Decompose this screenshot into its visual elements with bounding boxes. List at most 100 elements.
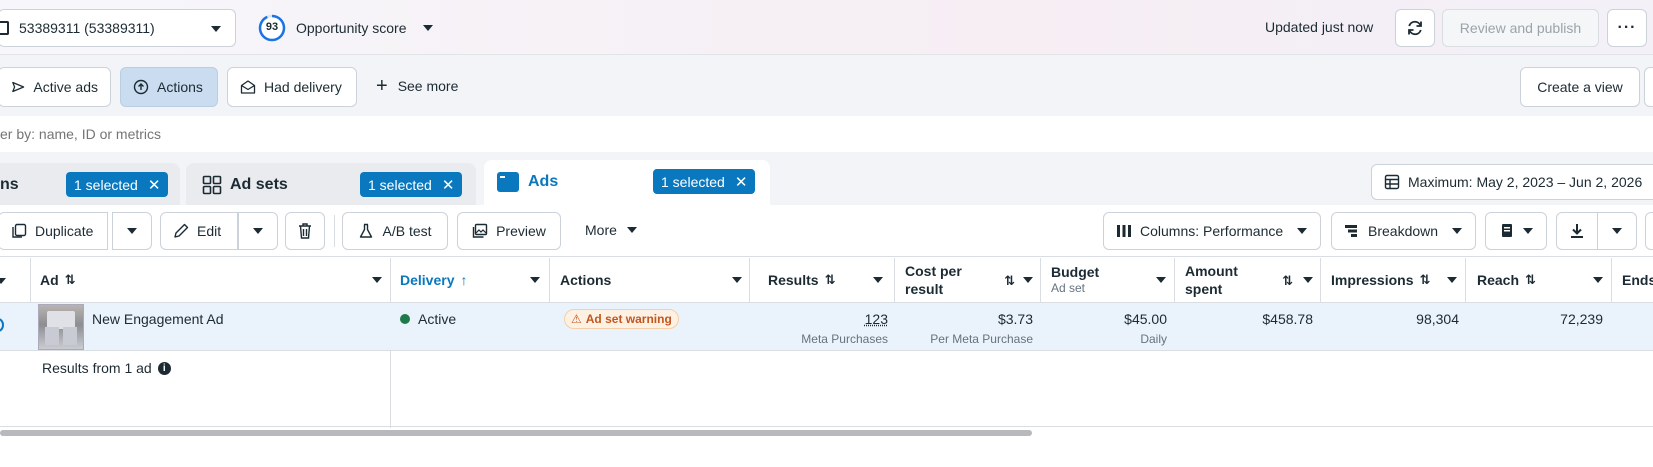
opportunity-score[interactable]: 93 Opportunity score — [258, 13, 433, 43]
ab-test-button[interactable]: A/B test — [342, 212, 448, 250]
tab-ads[interactable]: Ads 1 selected ✕ — [484, 160, 770, 205]
close-icon[interactable]: ✕ — [735, 173, 748, 191]
duplicate-dropdown[interactable] — [112, 212, 152, 250]
delete-button[interactable] — [285, 212, 325, 250]
download-icon — [1571, 224, 1583, 238]
column-header-ad[interactable]: Ad ⇅ — [40, 258, 382, 302]
sort-icon: ⇅ — [824, 272, 836, 287]
account-icon — [0, 21, 9, 35]
ad-set-warning-badge[interactable]: ⚠ Ad set warning — [564, 309, 679, 329]
column-header-ends[interactable]: Ends — [1622, 258, 1653, 302]
ads-selected-pill[interactable]: 1 selected ✕ — [653, 169, 756, 194]
review-publish-label: Review and publish — [1459, 20, 1582, 36]
create-view-button[interactable]: Create a view — [1520, 67, 1640, 107]
create-view-label: Create a view — [1537, 79, 1623, 95]
refresh-icon — [1408, 20, 1422, 36]
export-button[interactable] — [1556, 212, 1598, 250]
more-label: More — [585, 222, 617, 238]
column-header-cost-label-1: Cost per — [905, 263, 962, 279]
close-icon[interactable]: ✕ — [148, 176, 161, 194]
tab-ad-sets[interactable]: Ad sets 1 selected ✕ — [186, 163, 476, 205]
column-header-budget-sub: Ad set — [1051, 281, 1086, 295]
account-selector[interactable]: 53389311 (53389311) — [0, 9, 236, 47]
report-icon — [1502, 224, 1512, 237]
ad-set-warning-label: Ad set warning — [585, 312, 672, 326]
filter-active-ads-label: Active ads — [33, 79, 98, 95]
campaigns-selected-pill[interactable]: 1 selected ✕ — [66, 172, 169, 197]
ads-icon — [497, 172, 519, 192]
delivery-status: Active — [400, 311, 456, 327]
edit-button[interactable]: Edit — [160, 212, 238, 250]
tab-campaigns[interactable]: ns 1 selected ✕ — [0, 163, 180, 205]
see-more-button[interactable]: + See more — [376, 76, 459, 96]
chevron-down-icon — [1297, 228, 1308, 234]
amount-spent-value: $458.78 — [1262, 311, 1313, 327]
send-icon — [12, 81, 25, 93]
results-sub: Meta Purchases — [801, 332, 888, 346]
export-dropdown[interactable] — [1597, 212, 1637, 250]
sort-icon: ⇅ — [1525, 272, 1536, 287]
chevron-down-icon — [253, 228, 263, 234]
table-bottom-border — [0, 426, 1653, 427]
ad-sets-selected-pill[interactable]: 1 selected ✕ — [360, 172, 463, 197]
campaigns-selected-label: 1 selected — [74, 176, 138, 193]
ads-selected-label: 1 selected — [661, 173, 725, 190]
calendar-table-icon — [1384, 174, 1400, 190]
image-icon — [472, 223, 488, 238]
chevron-down-icon — [1447, 277, 1457, 283]
columns-button[interactable]: Columns: Performance — [1103, 212, 1321, 250]
column-header-reach[interactable]: Reach ⇅ — [1477, 258, 1603, 302]
filter-actions[interactable]: Actions — [120, 67, 218, 107]
chevron-down-icon — [1593, 277, 1603, 283]
more-button[interactable]: More — [585, 222, 637, 238]
sort-icon: ⇅ — [1419, 272, 1431, 287]
review-publish-button[interactable]: Review and publish — [1442, 9, 1599, 47]
results-value[interactable]: 123 — [760, 311, 888, 327]
close-icon[interactable]: ✕ — [442, 176, 455, 194]
column-header-amount-label-1: Amount — [1185, 263, 1238, 279]
duplicate-icon — [12, 223, 27, 238]
column-header-delivery[interactable]: Delivery ↑ — [400, 258, 540, 302]
column-header-budget[interactable]: Budget Ad set — [1051, 258, 1166, 302]
toolbar-overflow-button[interactable] — [1645, 212, 1653, 250]
more-options-button[interactable]: ··· — [1607, 9, 1647, 47]
column-header-ad-label: Ad — [40, 272, 59, 288]
impressions-value: 98,304 — [1416, 311, 1459, 327]
chevron-down-icon — [372, 277, 382, 283]
search-input[interactable] — [0, 122, 700, 146]
sort-icon: ⇅ — [64, 272, 76, 287]
edit-label: Edit — [197, 223, 222, 239]
score-value: 93 — [265, 21, 279, 33]
column-header-amount-spent[interactable]: Amount spent ⇅ — [1185, 258, 1313, 302]
see-more-label: See more — [397, 78, 459, 94]
column-header-cost-per-result[interactable]: Cost per result ⇅ — [905, 258, 1033, 302]
edit-dropdown[interactable] — [238, 212, 278, 250]
chevron-down-icon — [1523, 228, 1533, 234]
filter-had-delivery[interactable]: Had delivery — [227, 67, 357, 107]
column-header-actions[interactable]: Actions — [560, 258, 742, 302]
ad-name-link[interactable]: New Engagement Ad — [92, 311, 224, 327]
column-header-impressions[interactable]: Impressions ⇅ — [1331, 258, 1457, 302]
column-divider — [549, 258, 550, 302]
column-header-impressions-label: Impressions — [1331, 272, 1414, 288]
pencil-icon — [174, 223, 189, 238]
filter-active-ads[interactable]: Active ads — [0, 67, 111, 107]
columns-icon — [1117, 225, 1131, 237]
column-header-reach-label: Reach — [1477, 272, 1520, 288]
horizontal-scrollbar[interactable] — [0, 430, 1032, 436]
select-all-checkbox-col[interactable] — [0, 258, 30, 302]
preview-button[interactable]: Preview — [457, 212, 561, 250]
chevron-down-icon — [873, 277, 883, 283]
preview-label: Preview — [496, 223, 546, 239]
info-icon[interactable]: i — [157, 361, 171, 375]
breakdown-button[interactable]: Breakdown — [1331, 212, 1476, 250]
duplicate-button[interactable]: Duplicate — [0, 212, 108, 250]
reports-button[interactable] — [1485, 212, 1547, 250]
reach-value: 72,239 — [1560, 311, 1603, 327]
date-range-button[interactable]: Maximum: May 2, 2023 – Jun 2, 2026 — [1371, 164, 1653, 200]
create-view-split[interactable] — [1644, 67, 1653, 107]
column-header-results[interactable]: Results ⇅ — [768, 258, 883, 302]
results-summary-label: Results from 1 ad — [42, 360, 152, 376]
score-label: Opportunity score — [296, 20, 407, 36]
refresh-button[interactable] — [1395, 9, 1435, 47]
